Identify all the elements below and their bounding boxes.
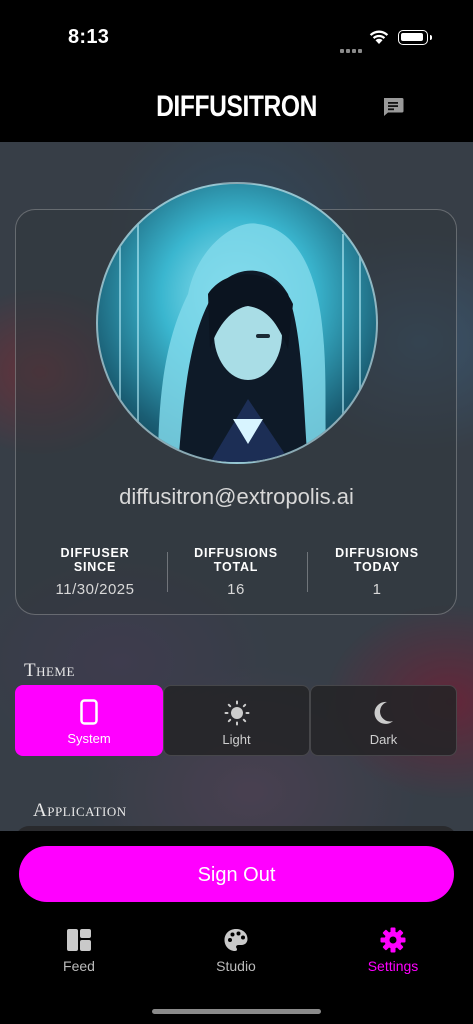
theme-option-label: Dark	[369, 732, 398, 747]
status-time: 8:13	[68, 26, 110, 48]
sign-out-button[interactable]: Sign Out	[19, 846, 454, 902]
tab-label: Settings	[367, 958, 419, 974]
app-header: DIFFUSITRON	[0, 80, 473, 142]
moon-icon	[374, 701, 393, 724]
profile-email: diffusitron@extropolis.ai	[119, 484, 354, 509]
stat-diffusions-total: DIFFUSIONS TOTAL 16	[171, 546, 301, 598]
wifi-icon	[369, 30, 389, 44]
stat-label: DIFFUSER SINCE	[60, 546, 130, 574]
stat-label: DIFFUSIONS TOTAL	[194, 546, 278, 574]
cellular-signal-icon	[340, 40, 364, 58]
battery-icon	[398, 30, 428, 45]
stat-diffusions-today: DIFFUSIONS TODAY 1	[312, 546, 442, 598]
stat-divider	[167, 552, 168, 592]
gear-icon	[380, 927, 406, 953]
avatar-illustration	[119, 223, 361, 462]
application-section-title: Application	[33, 800, 127, 821]
sun-icon	[224, 700, 249, 726]
theme-section-title: Theme	[24, 660, 75, 681]
status-bar: 8:13	[0, 0, 473, 80]
stat-diffuser-since: DIFFUSER SINCE 11/30/2025	[30, 546, 160, 598]
chat-bubble-icon[interactable]	[382, 97, 404, 117]
stat-value: 11/30/2025	[55, 581, 135, 598]
phone-icon	[80, 699, 98, 725]
theme-option-dark[interactable]: Dark	[310, 685, 457, 756]
theme-selector: System Light Dark	[15, 685, 457, 756]
palette-icon	[224, 929, 248, 951]
theme-option-system[interactable]: System	[15, 685, 163, 756]
home-indicator[interactable]	[152, 1009, 321, 1014]
stat-divider	[307, 552, 308, 592]
stat-value: 16	[227, 581, 245, 598]
tab-label: Feed	[63, 958, 95, 974]
tab-studio[interactable]: Studio	[186, 926, 286, 974]
theme-option-light[interactable]: Light	[163, 685, 310, 756]
tab-label: Studio	[216, 958, 256, 974]
tab-settings[interactable]: Settings	[343, 926, 443, 974]
battery-tip	[430, 35, 432, 40]
stat-value: 1	[372, 581, 382, 598]
theme-option-label: Light	[222, 732, 251, 747]
feed-grid-icon	[67, 929, 91, 951]
app-title: DIFFUSITRON	[156, 90, 317, 123]
theme-option-label: System	[67, 731, 111, 746]
tab-feed[interactable]: Feed	[29, 926, 129, 974]
profile-avatar[interactable]	[96, 182, 378, 464]
stat-label: DIFFUSIONS TODAY	[335, 546, 419, 574]
